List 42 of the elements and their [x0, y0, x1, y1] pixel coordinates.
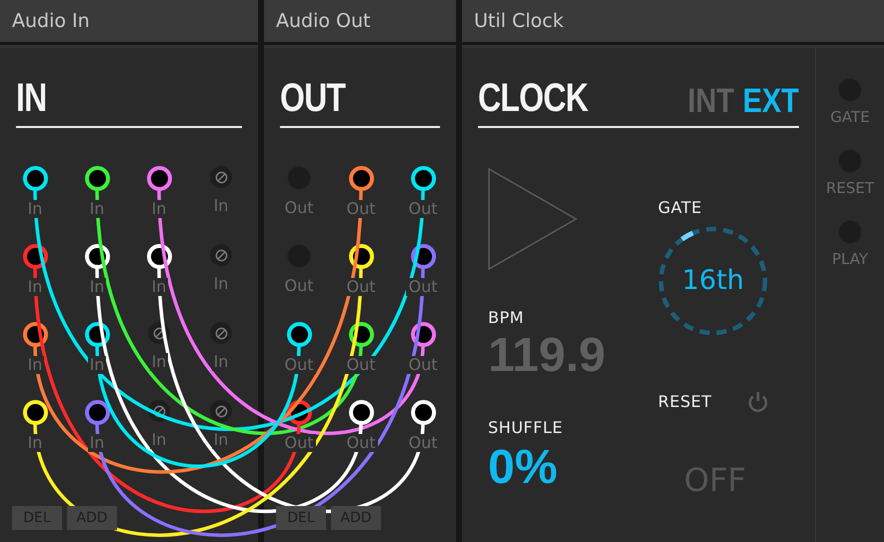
jack-label: Out [406, 200, 440, 218]
jack-socket[interactable] [146, 166, 172, 191]
jack-label: Out [406, 356, 440, 374]
jack-label: In [88, 356, 106, 374]
jack-label: Out [344, 434, 378, 452]
jack-label: Out [344, 278, 378, 296]
jack-socket[interactable] [348, 166, 374, 191]
blocked-icon [214, 248, 228, 262]
bpm-label: BPM [488, 310, 525, 326]
jack-label: Out [406, 278, 440, 296]
gate-value: 16th [682, 264, 744, 296]
module-title: Audio In [12, 10, 90, 32]
shuffle-label: SHUFFLE [488, 420, 564, 436]
panel-heading: IN [16, 78, 46, 118]
jack-label: GATE [830, 110, 870, 125]
jack-label: In [212, 431, 230, 449]
gate-label: GATE [658, 200, 703, 216]
jack-label: Out [344, 200, 378, 218]
jack-label: Out [282, 356, 316, 374]
jack-label: PLAY [832, 252, 868, 267]
gate-dial[interactable] [656, 224, 770, 338]
panel-heading: OUT [280, 78, 346, 118]
jack-label: In [150, 353, 168, 371]
jack-label: In [212, 353, 230, 371]
blocked-icon [214, 404, 228, 418]
reset-label: RESET [658, 394, 712, 410]
module-title: Util Clock [474, 10, 564, 32]
jack-label: In [88, 434, 106, 452]
jack-label: Out [282, 434, 316, 452]
jack-socket[interactable] [84, 400, 110, 425]
module-title: Audio Out [276, 10, 370, 32]
blocked-icon [214, 170, 228, 184]
blocked-icon [152, 404, 166, 418]
blocked-icon [214, 326, 228, 340]
blocked-icon [152, 326, 166, 340]
jack-label: Out [344, 356, 378, 374]
jack-label: RESET [826, 181, 874, 196]
shuffle-value[interactable]: 0% [488, 444, 648, 492]
jack-label: Out [406, 434, 440, 452]
panel-heading: CLOCK [478, 78, 588, 118]
jack-label: In [150, 431, 168, 449]
clock-source-tab[interactable]: EXT [742, 84, 799, 118]
